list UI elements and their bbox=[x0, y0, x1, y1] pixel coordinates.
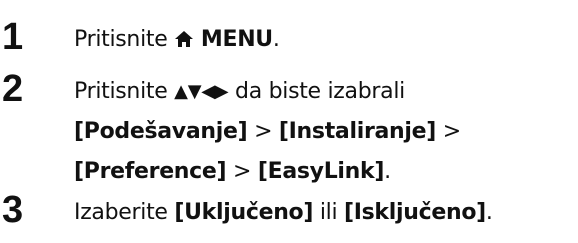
step-line-2: [Podešavanje] > [Instaliranje] > bbox=[74, 112, 574, 152]
menu-path-end: . bbox=[384, 159, 391, 184]
step-text-after: . bbox=[272, 27, 280, 52]
menu-path-separator: > bbox=[442, 119, 461, 144]
step-text-before: Pritisnite bbox=[74, 27, 168, 52]
step-text-middle: da biste izabrali bbox=[235, 79, 405, 104]
step-number: 2 bbox=[2, 68, 24, 110]
option-on: [Uključeno] bbox=[174, 200, 314, 225]
step-1: 1 Pritisnite MENU. bbox=[0, 16, 578, 58]
step-2: 2 Pritisnite ▲▼◀▶ da biste izabrali [Pod… bbox=[0, 68, 578, 190]
menu-path-item-3: [Preference] bbox=[74, 159, 227, 184]
menu-path-separator: > bbox=[254, 119, 273, 144]
menu-path-item-2: [Instaliranje] bbox=[278, 119, 437, 144]
arrow-keys-icon: ▲▼◀▶ bbox=[174, 81, 229, 102]
home-icon bbox=[174, 22, 194, 62]
step-3: 3 Izaberite [Uključeno] ili [Isključeno]… bbox=[0, 189, 578, 231]
menu-path-item-4: [EasyLink] bbox=[257, 159, 385, 184]
step-text: Pritisnite MENU. bbox=[74, 20, 574, 62]
step-text: Izaberite [Uključeno] ili [Isključeno]. bbox=[74, 193, 574, 233]
step-text: Pritisnite ▲▼◀▶ da biste izabrali [Podeš… bbox=[74, 72, 574, 192]
step-line-3: [Preference] > [EasyLink]. bbox=[74, 152, 574, 192]
menu-path-item-1: [Podešavanje] bbox=[74, 119, 248, 144]
step-text-before: Pritisnite bbox=[74, 79, 168, 104]
option-off: [Isključeno] bbox=[343, 200, 486, 225]
step-line-1: Pritisnite ▲▼◀▶ da biste izabrali bbox=[74, 72, 574, 112]
step-text-before: Izaberite bbox=[74, 200, 168, 225]
menu-path-separator: > bbox=[233, 159, 252, 184]
step-number: 1 bbox=[2, 16, 24, 58]
menu-key-label: MENU bbox=[200, 27, 273, 52]
instruction-document: 1 Pritisnite MENU. 2 Pritisnite ▲▼◀▶ da … bbox=[0, 0, 578, 243]
step-end: . bbox=[485, 200, 493, 225]
step-number: 3 bbox=[2, 189, 24, 231]
option-connector: ili bbox=[319, 200, 338, 225]
